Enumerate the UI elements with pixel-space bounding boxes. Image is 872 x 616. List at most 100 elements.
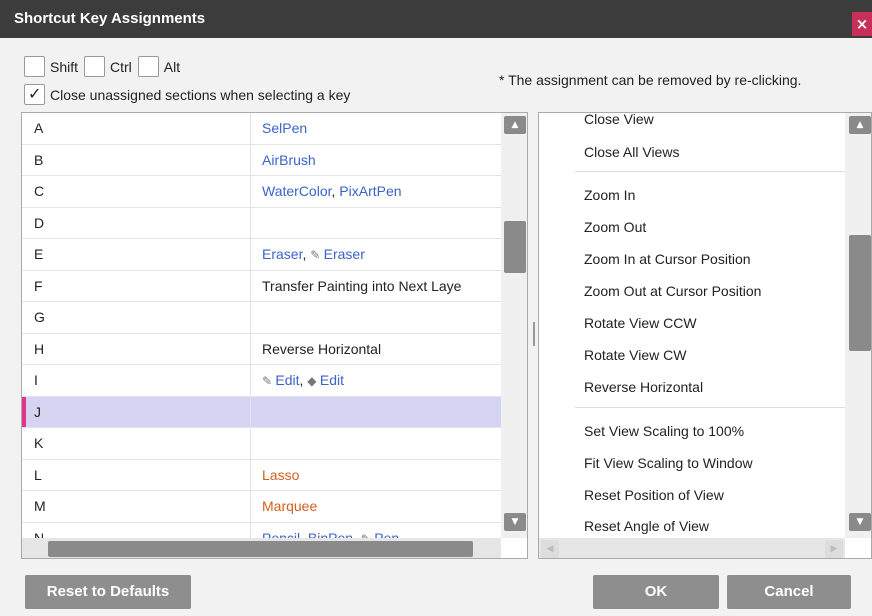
command-item[interactable]: Zoom Out at Cursor Position — [584, 283, 761, 299]
assignment-cell[interactable]: AirBrush — [262, 152, 316, 168]
scroll-down-icon[interactable]: ▼ — [504, 513, 526, 531]
key-row[interactable]: G — [22, 302, 501, 334]
assigned-tool[interactable]: Marquee — [262, 498, 317, 514]
scroll-thumb[interactable] — [849, 235, 871, 351]
command-item[interactable]: Rotate View CCW — [584, 315, 697, 331]
assignment-cell[interactable]: Eraser, ✎ Eraser — [262, 246, 365, 262]
command-item[interactable]: Rotate View CW — [584, 347, 686, 363]
assignment-cell[interactable]: Reverse Horizontal — [262, 341, 381, 357]
column-separator — [250, 491, 251, 522]
tool-type-icon: ◆ — [307, 374, 320, 388]
command-item[interactable]: Set View Scaling to 100% — [584, 423, 744, 439]
key-list-panel: A SelPen B AirBrush C WaterColor, PixArtPen D E… — [21, 112, 528, 559]
command-list-vscrollbar[interactable]: ▲ ▼ — [845, 113, 871, 538]
assignment-cell[interactable]: Lasso — [262, 467, 299, 483]
checkbox-box[interactable] — [24, 56, 45, 77]
key-label: E — [34, 246, 44, 262]
key-row[interactable]: H Reverse Horizontal — [22, 333, 501, 365]
command-separator — [575, 407, 845, 408]
key-label: H — [34, 340, 45, 357]
key-label: K — [34, 435, 44, 451]
shift-checkbox[interactable]: Shift — [24, 56, 78, 77]
assignment-cell[interactable]: SelPen — [262, 120, 307, 136]
shift-label: Shift — [50, 58, 79, 75]
tool-type-icon: ✎ — [310, 248, 324, 262]
reset-defaults-button[interactable]: Reset to Defaults — [25, 575, 191, 609]
assigned-tool[interactable]: SelPen — [262, 120, 307, 136]
command-list-hscrollbar[interactable]: ◀ ▶ — [539, 538, 845, 558]
column-separator — [250, 207, 251, 238]
key-list-hscrollbar[interactable] — [22, 538, 501, 558]
scroll-left-icon[interactable]: ◀ — [541, 540, 559, 558]
scroll-down-icon[interactable]: ▼ — [849, 513, 871, 531]
assigned-tool[interactable]: WaterColor — [262, 183, 332, 199]
key-list-vscrollbar[interactable]: ▲ ▼ — [501, 113, 527, 538]
column-separator — [250, 176, 251, 207]
command-item[interactable]: Zoom Out — [584, 219, 646, 235]
ok-button[interactable]: OK — [593, 575, 719, 609]
assigned-tool[interactable]: Eraser — [324, 246, 365, 262]
command-item[interactable]: Zoom In — [584, 187, 635, 203]
key-row[interactable]: I ✎ Edit, ◆ Edit — [22, 365, 501, 397]
scroll-right-icon[interactable]: ▶ — [825, 540, 843, 558]
assigned-tool[interactable]: Eraser — [262, 246, 302, 262]
checkbox-box[interactable] — [137, 56, 159, 77]
column-separator — [250, 365, 251, 396]
key-label: G — [34, 309, 45, 325]
cancel-button[interactable]: Cancel — [727, 575, 851, 609]
command-separator — [575, 171, 845, 172]
key-row[interactable]: A SelPen — [22, 113, 501, 145]
assignment-cell[interactable]: ✎ Edit, ◆ Edit — [262, 372, 344, 388]
key-row[interactable]: K — [22, 428, 501, 460]
assignment-cell[interactable]: Transfer Painting into Next Laye — [262, 278, 461, 294]
column-separator — [250, 270, 251, 301]
ctrl-checkbox[interactable]: Ctrl — [84, 56, 132, 77]
key-table: A SelPen B AirBrush C WaterColor, PixArtPen D E… — [22, 113, 501, 554]
command-item[interactable]: Close View — [584, 113, 654, 127]
key-label: A — [34, 120, 44, 136]
column-separator — [250, 302, 251, 333]
key-label: C — [34, 183, 45, 199]
column-separator — [250, 333, 251, 364]
close-icon[interactable]: × — [852, 12, 872, 36]
command-item[interactable]: Reset Position of View — [584, 487, 724, 503]
checkbox-box[interactable] — [24, 84, 45, 105]
modifier-options: Shift Ctrl Alt — [24, 56, 186, 77]
alt-checkbox[interactable]: Alt — [137, 56, 180, 77]
key-row[interactable]: L Lasso — [22, 459, 501, 491]
hscroll-thumb[interactable] — [48, 541, 473, 557]
key-label: I — [34, 372, 38, 388]
assigned-tool[interactable]: AirBrush — [262, 152, 316, 168]
assigned-tool[interactable]: Edit — [275, 372, 299, 388]
key-row[interactable]: J — [22, 396, 501, 428]
assigned-tool[interactable]: Edit — [320, 372, 344, 388]
assigned-tool: Reverse Horizontal — [262, 340, 382, 357]
command-item[interactable]: Reset Angle of View — [584, 518, 709, 534]
column-separator — [250, 428, 251, 459]
scroll-up-icon[interactable]: ▲ — [849, 116, 871, 134]
scroll-up-icon[interactable]: ▲ — [504, 116, 526, 134]
dialog-title: Shortcut Key Assignments — [14, 10, 206, 27]
scroll-thumb[interactable] — [504, 221, 526, 273]
assigned-tool[interactable]: PixArtPen — [339, 183, 401, 199]
key-row[interactable]: M Marquee — [22, 491, 501, 523]
assigned-tool[interactable]: Lasso — [262, 467, 299, 483]
command-item[interactable]: Reverse Horizontal — [584, 379, 703, 395]
checkbox-box[interactable] — [84, 56, 106, 77]
key-row[interactable]: F Transfer Painting into Next Laye — [22, 270, 501, 302]
ctrl-label: Ctrl — [110, 58, 132, 75]
command-list-panel: Close View Close All Views Zoom In Zoom … — [538, 112, 872, 559]
panel-divider-grip[interactable] — [533, 322, 535, 346]
command-item[interactable]: Zoom In at Cursor Position — [584, 251, 751, 267]
key-label: D — [34, 214, 45, 231]
key-row[interactable]: D — [22, 207, 501, 239]
assignment-cell[interactable]: WaterColor, PixArtPen — [262, 183, 402, 199]
assignment-cell[interactable]: Marquee — [262, 498, 317, 514]
close-unassigned-checkbox[interactable]: Close unassigned sections when selecting… — [24, 84, 350, 105]
key-row[interactable]: C WaterColor, PixArtPen — [22, 176, 501, 208]
key-row[interactable]: B AirBrush — [22, 144, 501, 176]
key-row[interactable]: E Eraser, ✎ Eraser — [22, 239, 501, 271]
close-unassigned-label: Close unassigned sections when selecting… — [50, 86, 351, 103]
command-item[interactable]: Close All Views — [584, 144, 679, 160]
command-item[interactable]: Fit View Scaling to Window — [584, 455, 753, 471]
